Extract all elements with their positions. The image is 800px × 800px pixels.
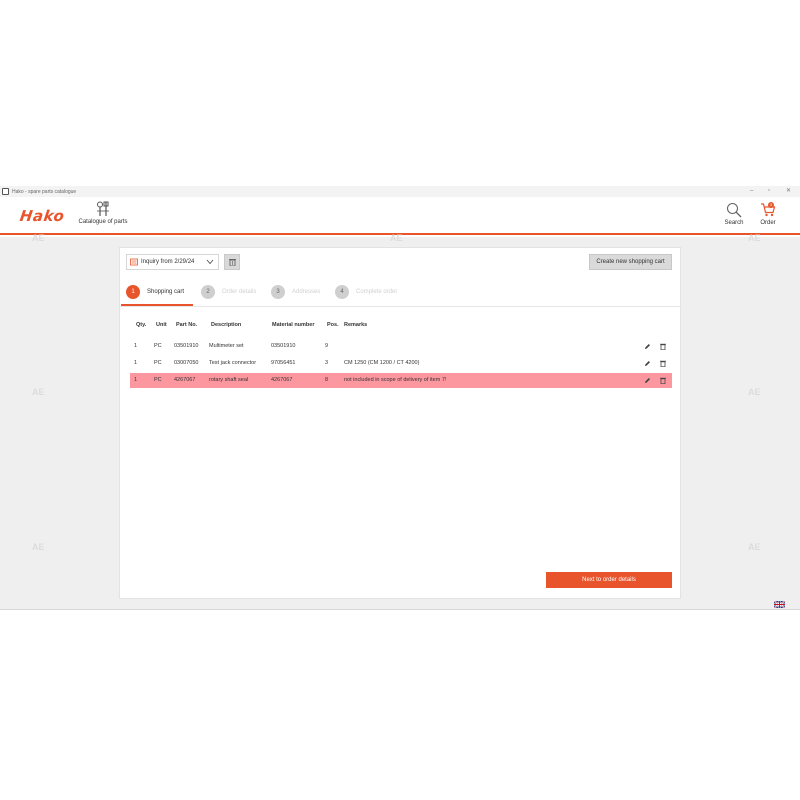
table-header: Qty. Unit Part No. Description Material … <box>120 322 682 332</box>
cell-description: Test jack connector <box>209 360 257 366</box>
cell-material-number: 97056451 <box>271 360 296 366</box>
cell-pos: 8 <box>325 377 329 383</box>
tools-icon <box>97 201 109 216</box>
watermark: AE <box>32 542 45 552</box>
cart-list-icon <box>130 258 138 266</box>
cell-unit: PC <box>154 343 162 349</box>
step-label: Complete order <box>356 289 398 295</box>
watermark: AE <box>32 387 45 397</box>
search-button[interactable]: Search <box>722 202 746 226</box>
order-count-badge: 3 <box>768 202 774 208</box>
cell-part-no: 03007050 <box>174 360 199 366</box>
column-header: Description <box>211 322 242 328</box>
trash-icon <box>659 343 666 350</box>
step-complete-order[interactable]: 4 Complete order <box>335 285 397 299</box>
checkout-steps: 1 Shopping cart 2 Order details 3 Addres… <box>120 283 682 307</box>
cell-description: Multimeter set <box>209 343 244 349</box>
search-icon <box>726 202 742 218</box>
catalogue-of-parts-label: Catalogue of parts <box>78 219 128 225</box>
cell-pos: 9 <box>325 343 329 349</box>
table-row[interactable]: 1 PC 03501910 Multimeter set 03501910 9 <box>130 339 672 354</box>
step-number: 2 <box>201 285 215 299</box>
cell-remarks: CM 1250 (CM 1200 / CT 4200) <box>344 360 420 366</box>
cell-remarks: not included in scope of delivery of ite… <box>344 377 447 383</box>
watermark: AE <box>748 542 761 552</box>
cell-material-number: 4267067 <box>271 377 293 383</box>
uk-flag-icon[interactable] <box>774 601 785 608</box>
catalogue-of-parts-nav[interactable]: Catalogue of parts <box>77 201 129 225</box>
trash-icon <box>659 377 666 384</box>
footer-divider <box>0 609 800 610</box>
next-to-order-details-button[interactable]: Next to order details <box>546 572 672 588</box>
step-label: Shopping cart <box>147 289 185 295</box>
pencil-icon <box>645 344 650 349</box>
step-number: 4 <box>335 285 349 299</box>
chevron-down-icon <box>206 259 214 265</box>
column-header: Qty. <box>136 322 147 328</box>
delete-cart-button[interactable] <box>224 254 240 270</box>
cell-unit: PC <box>154 360 162 366</box>
column-header: Part No. <box>176 322 198 328</box>
cell-pos: 3 <box>325 360 329 366</box>
maximize-button[interactable]: ▫ <box>768 188 770 195</box>
cell-part-no: 4267067 <box>174 377 196 383</box>
window-titlebar: Hako - spare parts catalogue – ▫ ✕ <box>0 186 800 197</box>
cell-qty: 1 <box>134 377 138 383</box>
step-label: Addresses <box>292 289 321 295</box>
trash-icon <box>659 360 666 367</box>
close-button[interactable]: ✕ <box>786 188 791 195</box>
app-header: Hako Catalogue of parts Search 3 Order <box>0 197 800 235</box>
step-number: 3 <box>271 285 285 299</box>
create-new-cart-button[interactable]: Create new shopping cart <box>589 254 672 270</box>
column-header: Remarks <box>344 322 368 328</box>
search-label: Search <box>724 220 744 226</box>
cell-qty: 1 <box>134 360 138 366</box>
pencil-icon <box>645 378 650 383</box>
watermark: AE <box>32 233 45 243</box>
watermark: AE <box>748 387 761 397</box>
step-addresses[interactable]: 3 Addresses <box>271 285 320 299</box>
order-button[interactable]: 3 Order <box>756 202 780 226</box>
app-window: Hako - spare parts catalogue – ▫ ✕ Hako … <box>0 0 800 800</box>
minimize-button[interactable]: – <box>750 188 753 195</box>
app-icon <box>2 188 9 195</box>
cart-select-value: Inquiry from 2/29/24 <box>141 259 195 265</box>
delete-row-button[interactable] <box>657 358 668 369</box>
cell-description: rotary shaft seal <box>209 377 249 383</box>
cell-qty: 1 <box>134 343 138 349</box>
edit-button[interactable] <box>642 341 653 352</box>
hako-logo: Hako <box>18 207 66 225</box>
delete-row-button[interactable] <box>657 375 668 386</box>
trash-icon <box>228 259 236 266</box>
pencil-icon <box>645 361 650 366</box>
column-header: Unit <box>156 322 167 328</box>
cell-material-number: 03501910 <box>271 343 296 349</box>
watermark: AE <box>748 233 761 243</box>
column-header: Material number <box>272 322 315 328</box>
step-number: 1 <box>126 285 140 299</box>
cell-unit: PC <box>154 377 162 383</box>
edit-button[interactable] <box>642 358 653 369</box>
step-shopping-cart[interactable]: 1 Shopping cart <box>126 285 184 299</box>
cell-part-no: 03501910 <box>174 343 199 349</box>
edit-button[interactable] <box>642 375 653 386</box>
cart-select-dropdown[interactable]: Inquiry from 2/29/24 <box>126 254 219 270</box>
column-header: Pos. <box>327 322 339 328</box>
step-order-details[interactable]: 2 Order details <box>201 285 256 299</box>
shopping-cart-card: Inquiry from 2/29/24 Create new shopping… <box>119 247 682 599</box>
active-step-underline <box>121 304 193 306</box>
table-row-highlighted[interactable]: 1 PC 4267067 rotary shaft seal 4267067 8… <box>130 373 672 388</box>
watermark: AE <box>390 233 403 243</box>
step-label: Order details <box>222 289 257 295</box>
order-label: Order <box>760 220 776 226</box>
table-row[interactable]: 1 PC 03007050 Test jack connector 970564… <box>130 356 672 371</box>
window-title: Hako - spare parts catalogue <box>12 188 77 195</box>
delete-row-button[interactable] <box>657 341 668 352</box>
